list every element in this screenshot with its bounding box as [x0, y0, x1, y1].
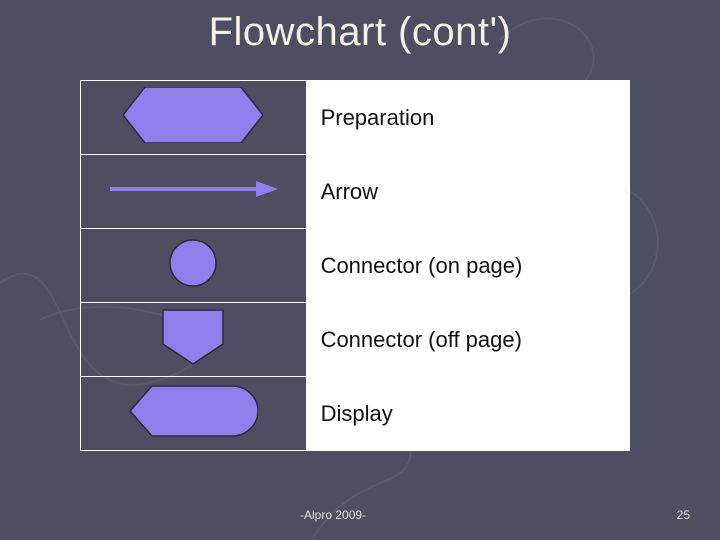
- symbol-cell-arrow: [81, 155, 307, 229]
- symbol-cell-display: [81, 377, 307, 451]
- table-row: Display: [81, 377, 630, 451]
- table-row: Connector (on page): [81, 229, 630, 303]
- label-cell: Preparation: [306, 81, 629, 155]
- table-row: Arrow: [81, 155, 630, 229]
- label-cell: Connector (off page): [306, 303, 629, 377]
- symbol-cell-preparation: [81, 81, 307, 155]
- offpage-connector-icon: [161, 308, 225, 366]
- label-cell: Arrow: [306, 155, 629, 229]
- flowchart-symbols-table: Preparation Arrow Connector (on page): [80, 80, 630, 451]
- symbol-cell-connector-off-page: [81, 303, 307, 377]
- table-row: Connector (off page): [81, 303, 630, 377]
- display-icon: [128, 384, 258, 438]
- footer-credit: -Alpro 2009-: [300, 508, 366, 522]
- arrow-icon: [108, 179, 278, 199]
- label-cell: Connector (on page): [306, 229, 629, 303]
- preparation-icon: [123, 87, 263, 143]
- slide-footer: -Alpro 2009- 25: [0, 508, 720, 526]
- circle-connector-icon: [168, 238, 218, 288]
- page-title: Flowchart (cont'): [0, 10, 720, 55]
- slide-number: 25: [677, 508, 690, 522]
- table-row: Preparation: [81, 81, 630, 155]
- symbol-cell-connector-on-page: [81, 229, 307, 303]
- label-cell: Display: [306, 377, 629, 451]
